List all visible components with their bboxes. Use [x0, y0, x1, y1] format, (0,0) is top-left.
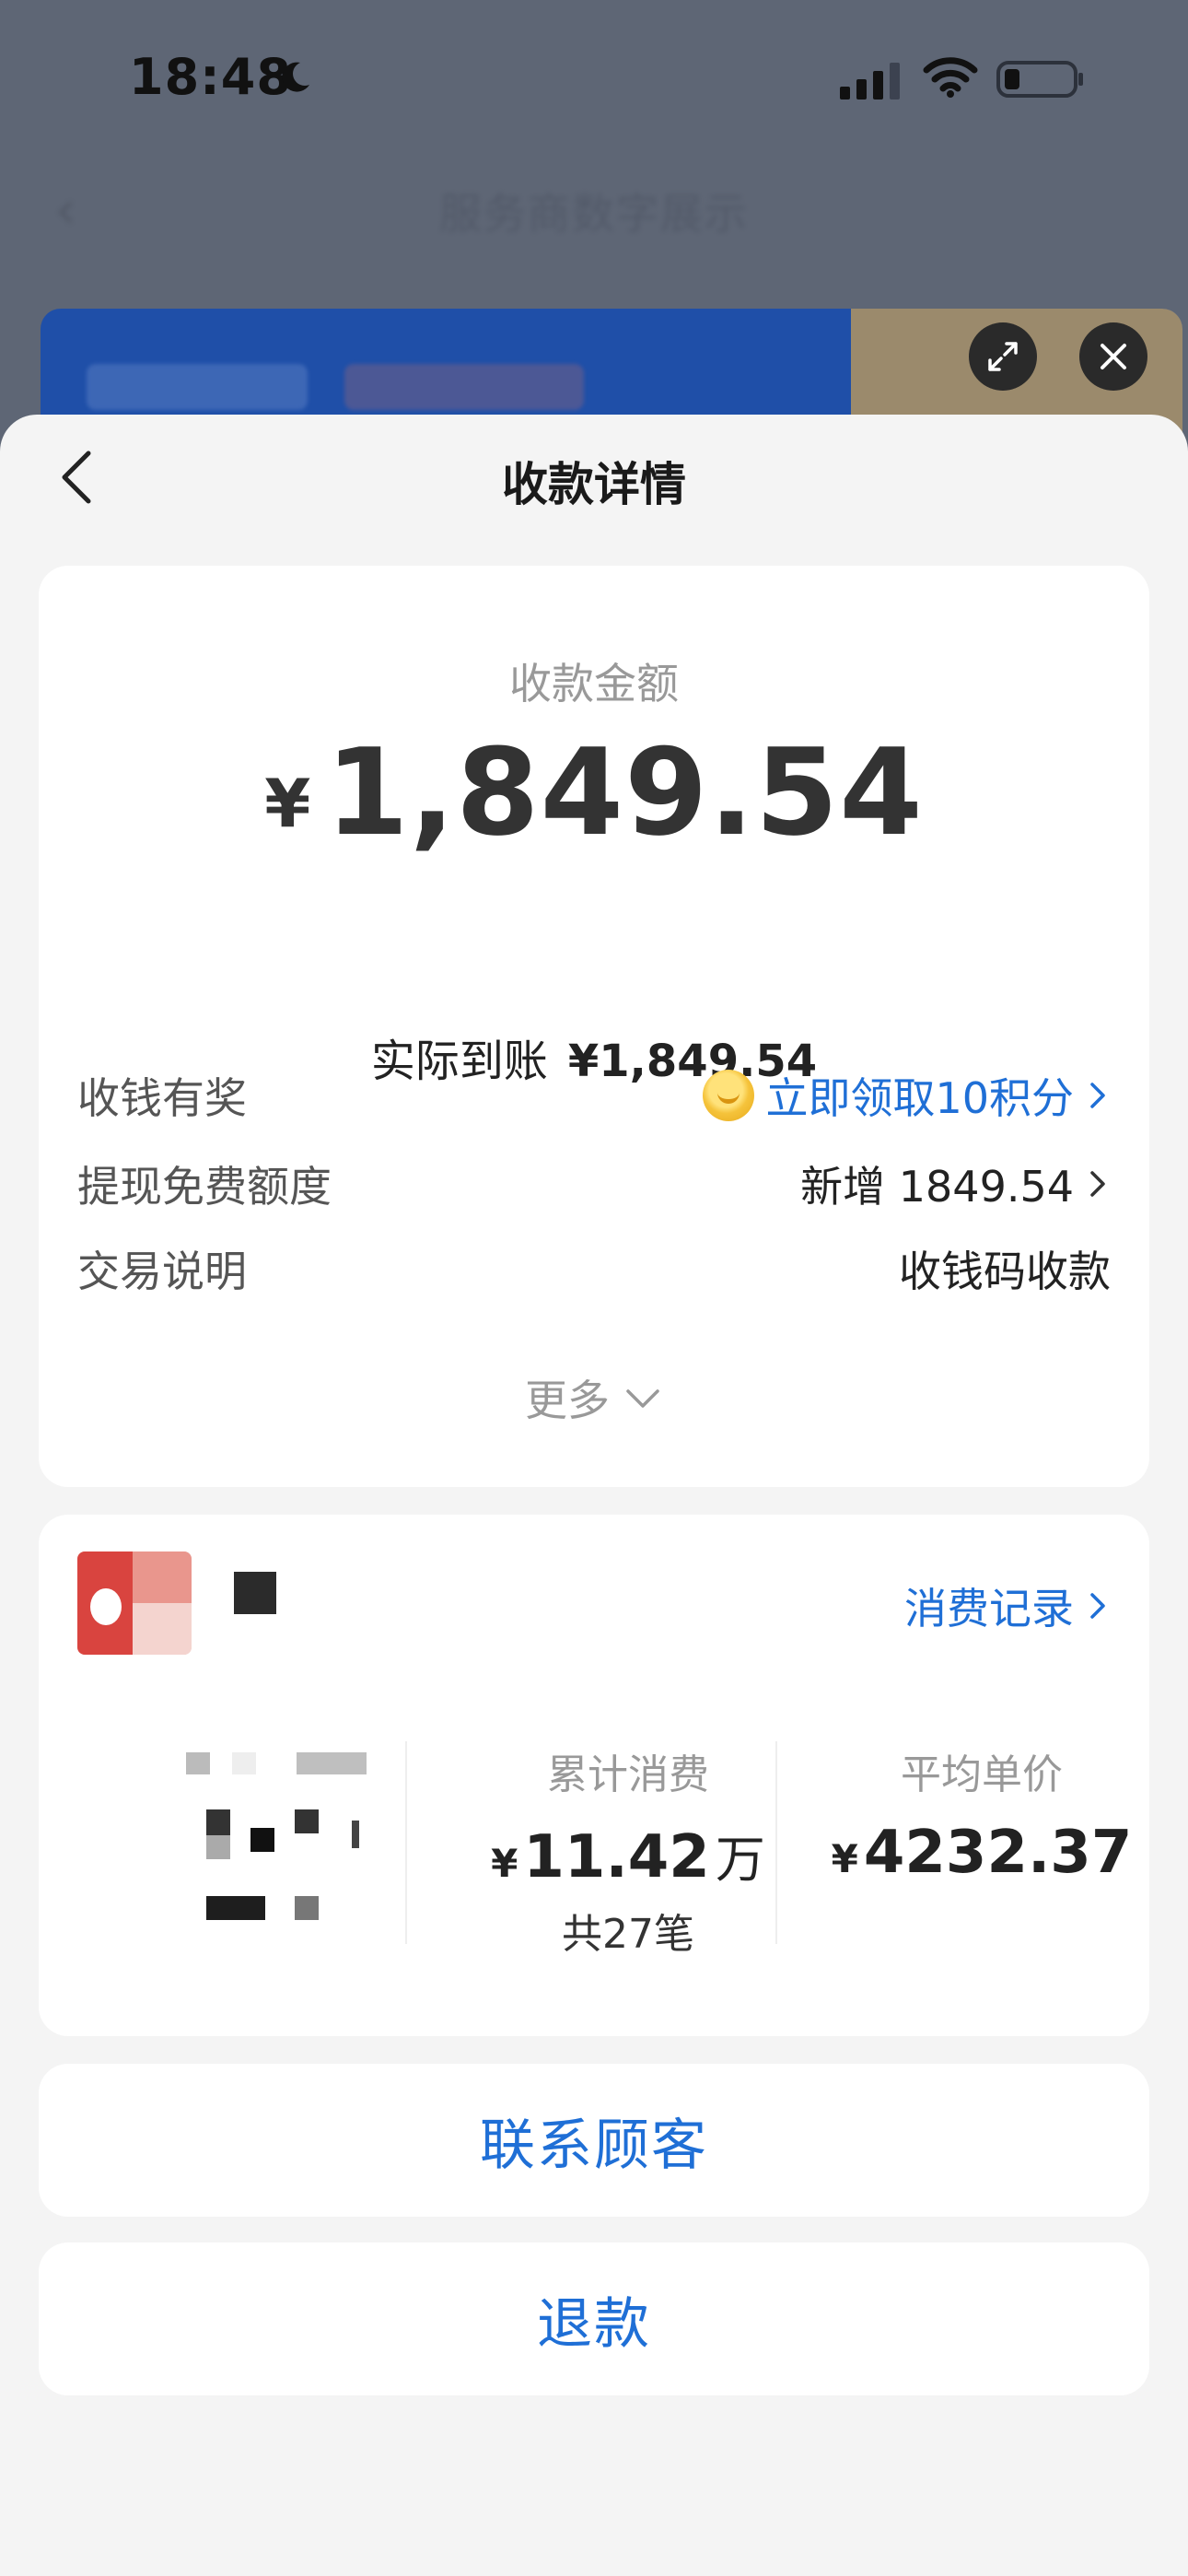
amount-label: 收款金额: [509, 659, 679, 708]
average-currency: ¥: [831, 1836, 858, 1881]
stat-divider: [775, 1741, 777, 1944]
contact-customer-button[interactable]: 联系顾客: [39, 2064, 1149, 2217]
withdraw-quota-row[interactable]: 提现免费额度 新增 1849.54: [77, 1152, 1111, 1216]
banner-chip: [87, 364, 308, 410]
redacted-pixel: [297, 1752, 367, 1774]
amount-display: ¥1,849.54: [39, 722, 1149, 862]
more-button[interactable]: 更多: [39, 1367, 1149, 1428]
expand-button[interactable]: [969, 322, 1037, 391]
reward-label: 收钱有奖: [77, 1073, 247, 1123]
withdraw-quota-link[interactable]: 新增 1849.54: [800, 1153, 1111, 1214]
consumption-history-link[interactable]: 消费记录: [904, 1575, 1111, 1636]
consumption-history-label: 消费记录: [904, 1584, 1074, 1633]
coin-icon: [703, 1070, 755, 1121]
cellular-signal-icon: [840, 63, 900, 100]
background-nav-title: 服务商数字展示: [439, 189, 749, 239]
total-unit: 万: [715, 1831, 765, 1889]
average-amount: 4232.37: [863, 1819, 1133, 1887]
stat-divider: [405, 1741, 407, 1944]
avatar-pixel: [90, 1588, 122, 1625]
redacted-pixel: [206, 1835, 230, 1859]
battery-low-icon: [996, 61, 1083, 98]
average-price-label: 平均单价: [901, 1751, 1063, 1798]
transaction-desc-value: 收钱码收款: [899, 1247, 1111, 1296]
sheet-header: 收款详情: [0, 415, 1188, 534]
transaction-desc-label: 交易说明: [77, 1247, 247, 1296]
close-button[interactable]: [1079, 322, 1147, 391]
customer-card: 消费记录 累计消费 ¥11.42 万 共27笔 平均单价 ¥4232.37: [39, 1515, 1149, 2036]
chevron-right-icon: [1090, 1593, 1105, 1619]
redacted-customer-stat: [122, 1741, 379, 1935]
customer-avatar: [77, 1551, 192, 1655]
chevron-down-icon: [626, 1389, 659, 1408]
transaction-desc-row: 交易说明 收钱码收款: [77, 1236, 1111, 1301]
redacted-pixel: [295, 1809, 319, 1833]
payment-detail-sheet: 收款详情 收款金额 ¥1,849.54 实际到账 ¥1,849.54 收钱有奖 立…: [0, 415, 1188, 2576]
reward-row[interactable]: 收钱有奖 立即领取10积分: [77, 1063, 1111, 1128]
customer-name-redacted: [234, 1572, 276, 1614]
redacted-pixel: [206, 1809, 230, 1835]
page-title: 收款详情: [502, 458, 686, 511]
total-transaction-count: 共27笔: [562, 1911, 694, 1958]
close-icon: [1101, 344, 1126, 369]
total-consumption-value: ¥11.42 万: [444, 1819, 812, 1891]
total-consumption-label: 累计消费: [547, 1751, 709, 1798]
withdraw-quota-value: 新增 1849.54: [800, 1162, 1074, 1212]
total-amount: 11.42: [523, 1823, 710, 1891]
average-price-stat: 平均单价 ¥4232.37: [816, 1741, 1147, 1887]
redacted-pixel: [232, 1752, 256, 1774]
avatar-pixel: [133, 1551, 192, 1603]
background-page: 18:48 ‹ 服务商数字展示: [0, 0, 1188, 474]
refund-button[interactable]: 退款: [39, 2242, 1149, 2395]
avatar-pixel: [133, 1603, 192, 1655]
chevron-right-icon: [1090, 1171, 1105, 1197]
redacted-pixel: [186, 1752, 210, 1774]
chevron-right-icon: [1090, 1083, 1105, 1108]
redacted-pixel: [250, 1828, 274, 1852]
status-time: 18:48: [129, 48, 292, 106]
banner-chip-secondary: [344, 364, 584, 410]
wifi-icon: [923, 57, 978, 98]
reward-value: 立即领取10积分: [765, 1073, 1074, 1123]
total-currency: ¥: [491, 1841, 518, 1886]
amount-value: 1,849.54: [325, 722, 924, 862]
withdraw-quota-label: 提现免费额度: [77, 1162, 332, 1212]
expand-icon: [988, 342, 1018, 371]
total-consumption-stat: 累计消费 ¥11.42 万 共27笔: [444, 1741, 812, 1960]
more-label: 更多: [525, 1376, 610, 1425]
redacted-pixel: [295, 1896, 319, 1920]
redacted-pixel: [352, 1821, 359, 1848]
status-bar: 18:48: [0, 0, 1188, 157]
average-price-value: ¥4232.37: [816, 1819, 1147, 1887]
redacted-pixel: [206, 1896, 265, 1920]
reward-link[interactable]: 立即领取10积分: [703, 1065, 1111, 1126]
amount-card: 收款金额 ¥1,849.54 实际到账 ¥1,849.54 收钱有奖 立即领取10…: [39, 566, 1149, 1487]
moon-icon: [282, 62, 309, 92]
amount-currency: ¥: [264, 765, 311, 842]
